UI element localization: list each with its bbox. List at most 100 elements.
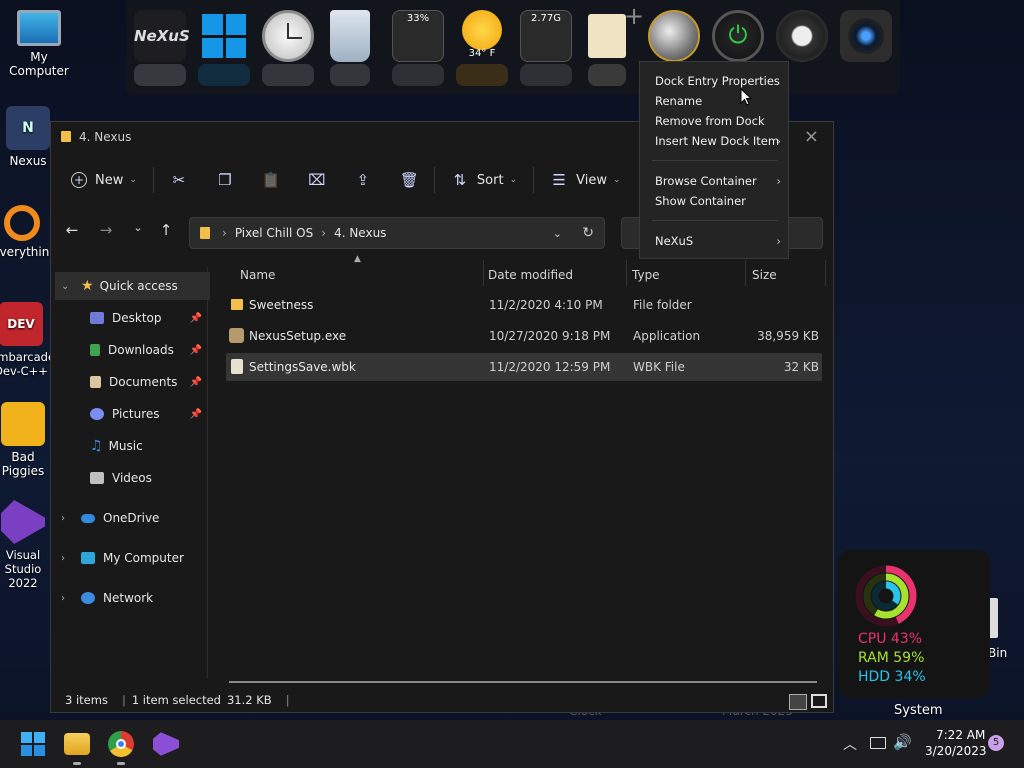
delete-button[interactable]: 🗑 xyxy=(390,164,428,196)
share-button[interactable]: ⇪ xyxy=(344,164,382,196)
column-header-name[interactable]: Name xyxy=(240,268,275,282)
nav-item-downloads[interactable]: Downloads 📌 xyxy=(51,336,206,364)
visual-studio-icon xyxy=(1,500,45,544)
tiles-view-icon[interactable] xyxy=(811,694,827,708)
table-row[interactable]: NexusSetup.exe 10/27/2020 9:18 PM Applic… xyxy=(226,322,822,350)
menu-item-remove-from-dock[interactable]: Remove from Dock xyxy=(655,112,780,130)
forward-arrow-icon[interactable]: → xyxy=(95,221,117,245)
close-icon[interactable]: × xyxy=(804,126,819,147)
plus-circle-icon: + xyxy=(71,172,87,188)
recent-chevron-icon[interactable]: ⌄ xyxy=(127,221,149,245)
visual-studio-icon[interactable] xyxy=(153,732,179,756)
menu-item-browse-container[interactable]: Browse Container › xyxy=(655,172,781,190)
new-button[interactable]: + New ⌄ xyxy=(61,164,147,196)
media-icon[interactable] xyxy=(776,10,828,62)
desktop-icon-devcpp[interactable]: DEV Embarcadero Dev-C++ xyxy=(0,302,52,378)
chrome-icon[interactable] xyxy=(108,731,134,757)
cpu-usage: CPU 43% xyxy=(858,631,923,647)
globe-icon[interactable] xyxy=(648,10,700,62)
windows-logo-icon[interactable] xyxy=(198,10,250,62)
chevron-right-icon[interactable]: › xyxy=(61,513,65,524)
windows-pane xyxy=(34,732,45,743)
window-title: 4. Nexus xyxy=(79,130,132,144)
windows-pane xyxy=(225,37,246,58)
menu-item-show-container[interactable]: Show Container xyxy=(655,192,780,210)
desktop-icon-my-computer[interactable]: My Computer xyxy=(1,10,77,78)
clock-date[interactable]: 3/20/2023 xyxy=(925,744,987,758)
column-divider[interactable] xyxy=(825,260,826,286)
column-header-size[interactable]: Size xyxy=(752,268,777,282)
address-bar[interactable]: › Pixel Chill OS › 4. Nexus ⌄ ↻ xyxy=(189,217,605,249)
network-status-icon[interactable] xyxy=(870,737,886,749)
chevron-right-icon[interactable]: › xyxy=(61,553,65,564)
menu-item-dock-entry-properties[interactable]: Dock Entry Properties xyxy=(655,72,780,90)
nav-item-music[interactable]: ♫ Music xyxy=(51,432,206,460)
file-icon[interactable] xyxy=(588,14,626,58)
ram-meter-value: 2.77G xyxy=(530,13,561,24)
start-button[interactable] xyxy=(20,731,46,757)
horizontal-scrollbar[interactable] xyxy=(229,681,817,683)
view-label: View xyxy=(576,172,607,188)
windows-pane xyxy=(21,732,32,743)
mouse-cursor-icon xyxy=(740,88,752,106)
desktop-icon-visual-studio[interactable]: Visual Studio 2022 xyxy=(0,500,52,590)
chrome-center xyxy=(116,739,126,749)
file-explorer-taskbar-icon[interactable] xyxy=(64,733,90,755)
nav-my-computer[interactable]: › My Computer xyxy=(51,544,206,572)
cpu-meter-icon[interactable]: 33% xyxy=(392,10,444,62)
chevron-up-icon[interactable]: ︿ xyxy=(843,734,857,754)
clock-icon[interactable] xyxy=(262,10,314,62)
camera-icon[interactable] xyxy=(840,10,892,62)
trash-icon: 🗑 xyxy=(399,171,419,189)
desktop-icon-label: Everything xyxy=(0,245,52,259)
breadcrumb-item[interactable]: 4. Nexus xyxy=(334,226,386,240)
chevron-right-icon[interactable]: › xyxy=(61,593,65,604)
breadcrumb-item[interactable]: Pixel Chill OS xyxy=(235,226,313,240)
ram-meter-icon[interactable]: 2.77G xyxy=(520,10,572,62)
chevron-down-icon[interactable]: ⌄ xyxy=(553,227,562,240)
desktop-icon-everything[interactable]: Everything xyxy=(0,205,52,259)
desktop-icon-bad-piggies[interactable]: Bad Piggies xyxy=(0,402,52,478)
recycle-bin-icon[interactable] xyxy=(330,10,370,62)
back-arrow-icon[interactable]: ← xyxy=(61,221,83,245)
chevron-down-icon[interactable]: ⌄ xyxy=(61,281,69,292)
column-divider[interactable] xyxy=(483,260,484,286)
cpu-meter-value: 33% xyxy=(406,13,430,24)
menu-item-nexus[interactable]: NeXuS › xyxy=(655,232,781,250)
table-row[interactable]: SettingsSave.wbk 11/2/2020 12:59 PM WBK … xyxy=(226,353,822,381)
column-header-type[interactable]: Type xyxy=(632,268,660,282)
file-type: File folder xyxy=(633,298,692,312)
nav-network[interactable]: › Network xyxy=(51,584,206,612)
column-divider[interactable] xyxy=(745,260,746,286)
nav-item-documents[interactable]: Documents 📌 xyxy=(51,368,206,396)
clock-time[interactable]: 7:22 AM xyxy=(936,728,985,742)
column-divider[interactable] xyxy=(626,260,627,286)
notification-badge[interactable]: 5 xyxy=(988,735,1004,751)
paste-button[interactable]: 📋 xyxy=(252,164,290,196)
menu-item-insert-new-dock-item[interactable]: Insert New Dock Item › xyxy=(655,132,781,150)
nav-onedrive[interactable]: › OneDrive xyxy=(51,504,206,532)
sort-button[interactable]: ⇅ Sort ⌄ xyxy=(441,164,527,196)
nexus-logo-icon[interactable]: NeXuS xyxy=(134,10,190,62)
table-row[interactable]: Sweetness 11/2/2020 4:10 PM File folder xyxy=(226,291,822,319)
copy-button[interactable]: ❐ xyxy=(206,164,244,196)
system-monitor-widget[interactable]: CPU 43% RAM 59% HDD 34% xyxy=(838,550,990,698)
sort-label: Sort xyxy=(476,172,504,188)
refresh-icon[interactable]: ↻ xyxy=(582,225,594,241)
rename-button[interactable]: ⌧ xyxy=(298,164,336,196)
nav-item-desktop[interactable]: Desktop 📌 xyxy=(51,304,206,332)
cut-button[interactable]: ✂ xyxy=(160,164,198,196)
volume-icon[interactable]: 🔊 xyxy=(893,733,912,751)
column-header-date[interactable]: Date modified xyxy=(488,268,573,282)
view-button[interactable]: ☰ View ⌄ xyxy=(540,164,630,196)
devcpp-icon: DEV xyxy=(0,302,43,346)
nav-item-videos[interactable]: Videos xyxy=(51,464,206,492)
weather-icon[interactable]: 34° F xyxy=(456,10,508,62)
nav-label: Quick access xyxy=(99,279,178,293)
up-arrow-icon[interactable]: ↑ xyxy=(155,221,177,245)
nav-item-pictures[interactable]: Pictures 📌 xyxy=(51,400,206,428)
power-icon[interactable]: ⏻ xyxy=(712,10,764,62)
nav-quick-access[interactable]: ⌄ ★ Quick access xyxy=(55,272,210,300)
details-view-icon[interactable] xyxy=(789,694,807,710)
menu-item-rename[interactable]: Rename xyxy=(655,92,780,110)
